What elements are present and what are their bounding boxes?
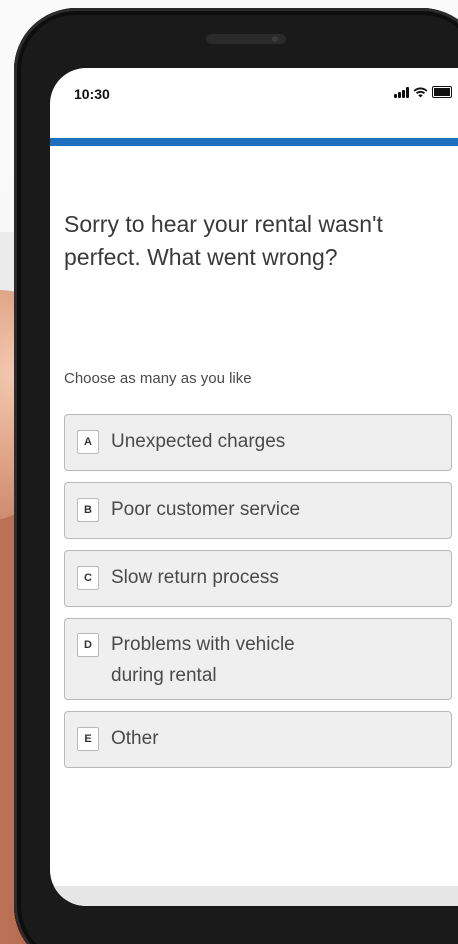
option-slow-return-process[interactable]: C Slow return process bbox=[64, 550, 452, 607]
option-problems-with-vehicle[interactable]: D Problems with vehicle during rental bbox=[64, 618, 452, 700]
option-key: B bbox=[77, 498, 99, 522]
options-list: A Unexpected charges B Poor customer ser… bbox=[64, 414, 452, 779]
option-label: Poor customer service bbox=[111, 499, 301, 520]
question-hint: Choose as many as you like bbox=[64, 370, 252, 387]
front-camera bbox=[272, 36, 278, 42]
status-time: 10:30 bbox=[74, 86, 110, 102]
option-poor-customer-service[interactable]: B Poor customer service bbox=[64, 482, 452, 539]
question-title: Sorry to hear your rental wasn't perfect… bbox=[64, 211, 383, 270]
status-icons bbox=[394, 86, 452, 98]
option-label: Slow return process bbox=[111, 567, 279, 588]
wifi-icon bbox=[413, 87, 428, 97]
option-label: Unexpected charges bbox=[111, 431, 286, 452]
option-unexpected-charges[interactable]: A Unexpected charges bbox=[64, 414, 452, 471]
option-key: A bbox=[77, 430, 99, 454]
option-key: E bbox=[77, 727, 99, 751]
option-key: D bbox=[77, 633, 99, 657]
option-label: Other bbox=[111, 728, 159, 749]
progress-bar bbox=[50, 138, 458, 146]
phone-frame: 10:30 Sorry to hear your rental wasn't p… bbox=[14, 8, 458, 944]
battery-icon bbox=[432, 86, 452, 98]
option-other[interactable]: E Other bbox=[64, 711, 452, 768]
signal-icon bbox=[394, 86, 409, 98]
scene: 10:30 Sorry to hear your rental wasn't p… bbox=[0, 0, 458, 944]
status-bar: 10:30 bbox=[50, 68, 458, 138]
option-label: Problems with vehicle during rental bbox=[111, 634, 295, 686]
option-key: C bbox=[77, 566, 99, 590]
progress-fill bbox=[50, 138, 458, 146]
phone-screen: 10:30 Sorry to hear your rental wasn't p… bbox=[50, 68, 458, 906]
bottom-bar bbox=[50, 886, 458, 906]
